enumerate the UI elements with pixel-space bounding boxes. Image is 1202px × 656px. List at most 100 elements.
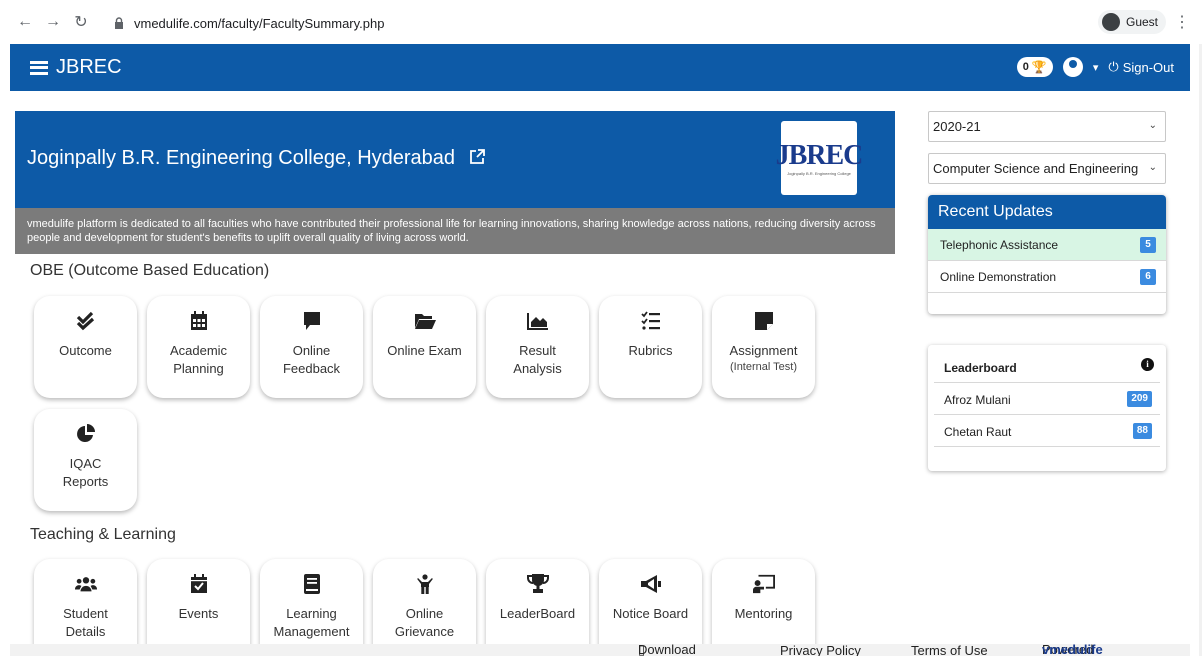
user-avatar-icon[interactable] <box>1062 57 1083 77</box>
logo-text: JBREC <box>775 140 864 171</box>
leaderboard-row[interactable]: Afroz Mulani 209 <box>934 383 1160 415</box>
tile-online-feedback[interactable]: Online Feedback <box>260 296 363 398</box>
tile-label: Outcome <box>59 343 112 358</box>
college-name: Joginpally B.R. Engineering College, Hyd… <box>27 147 456 169</box>
trophy-icon <box>526 573 549 595</box>
tile-label: Online Feedback <box>282 343 341 376</box>
chevron-down-icon: ⌄ <box>1148 120 1157 131</box>
sign-out-button[interactable]: ⏻ Sign-Out <box>1108 59 1174 75</box>
trophy-icon: 🏆 <box>1031 60 1047 74</box>
privacy-policy-link[interactable]: Privacy Policy <box>780 643 861 656</box>
reload-icon[interactable]: ↻ <box>70 11 92 33</box>
tile-iqac-reports[interactable]: IQAC Reports <box>34 409 137 511</box>
browser-profile: Guest ⋮ <box>1097 10 1190 34</box>
tile-online-grievance[interactable]: Online Grievance <box>373 559 476 656</box>
tile-rubrics[interactable]: Rubrics <box>599 296 702 398</box>
department-select[interactable]: Computer Science and Engineering ⌄ <box>928 153 1166 184</box>
year-select-value: 2020-21 <box>933 119 981 134</box>
back-icon[interactable]: ← <box>14 11 36 33</box>
leader-name: Afroz Mulani <box>944 393 1011 407</box>
tile-label: Online Grievance <box>394 606 455 639</box>
calendar-check-icon <box>188 573 210 595</box>
double-check-icon <box>75 310 97 332</box>
platform-description: vmedulife platform is dedicated to all f… <box>15 208 895 254</box>
chevron-down-icon: ⌄ <box>1148 162 1157 173</box>
lock-icon <box>114 17 124 29</box>
tile-student-details[interactable]: Student Details <box>34 559 137 656</box>
area-chart-icon <box>526 310 549 332</box>
chalkboard-teacher-icon <box>752 573 775 595</box>
powered-by-brand[interactable]: vmedulife <box>1042 642 1103 656</box>
update-count-badge: 6 <box>1140 269 1156 285</box>
forward-icon[interactable]: → <box>42 11 64 33</box>
tile-label: Notice Board <box>612 606 689 621</box>
leaderboard-row[interactable]: Chetan Raut 88 <box>934 415 1160 447</box>
external-link-icon[interactable] <box>469 148 486 170</box>
update-count-badge: 5 <box>1140 237 1156 253</box>
recent-updates-panel: Recent Updates Telephonic Assistance 5 O… <box>928 195 1166 314</box>
url-text: vmedulife.com/faculty/FacultySummary.php <box>134 15 385 31</box>
tile-outcome[interactable]: Outcome <box>34 296 137 398</box>
address-bar[interactable]: vmedulife.com/faculty/FacultySummary.php <box>114 12 384 34</box>
app-title[interactable]: JBREC <box>56 56 122 79</box>
tile-label: LeaderBoard <box>499 606 576 621</box>
terms-link[interactable]: Terms of Use <box>911 643 988 656</box>
college-logo: JBREC Joginpally B.R. Engineering Colleg… <box>776 121 863 195</box>
update-item[interactable]: Online Demonstration 6 <box>928 261 1166 293</box>
sign-out-label: Sign-Out <box>1122 59 1174 75</box>
sticky-note-icon <box>753 310 775 332</box>
pie-chart-icon <box>75 423 97 445</box>
tile-sublabel: (Internal Test) <box>729 361 798 373</box>
tile-mentoring[interactable]: Mentoring <box>712 559 815 656</box>
comment-icon <box>301 310 323 332</box>
chevron-down-icon[interactable]: ▾ <box>1093 61 1099 74</box>
tile-label: Academic Planning <box>169 343 228 376</box>
menu-icon[interactable] <box>30 60 48 75</box>
page-footer: Download App ▯ Privacy Policy Terms of U… <box>10 642 1190 656</box>
tile-label: Mentoring <box>734 606 793 621</box>
leader-score-badge: 88 <box>1132 423 1152 439</box>
leaderboard-header: Leaderboard i <box>934 345 1160 383</box>
college-name-link[interactable]: Joginpally B.R. Engineering College, Hyd… <box>27 147 486 170</box>
leader-score-badge: 209 <box>1127 391 1152 407</box>
tile-academic-planning[interactable]: Academic Planning <box>147 296 250 398</box>
tile-label: Events <box>178 606 219 621</box>
trophy-badge[interactable]: 0 🏆 <box>1016 57 1053 77</box>
power-icon: ⏻ <box>1108 59 1119 74</box>
teaching-section-title: Teaching & Learning <box>30 526 176 543</box>
users-icon <box>74 573 97 595</box>
tile-result-analysis[interactable]: Result Analysis <box>486 296 589 398</box>
tile-online-exam[interactable]: Online Exam <box>373 296 476 398</box>
book-icon <box>301 573 323 595</box>
tile-leaderboard[interactable]: LeaderBoard <box>486 559 589 656</box>
checklist-icon <box>640 310 662 332</box>
tile-assignment[interactable]: Assignment (Internal Test) <box>712 296 815 398</box>
info-icon[interactable]: i <box>1141 358 1154 371</box>
guest-avatar-icon <box>1101 13 1120 31</box>
tile-label: Result Analysis <box>513 343 562 376</box>
obe-section-title: OBE (Outcome Based Education) <box>30 262 270 279</box>
mobile-icon: ▯ <box>638 642 646 656</box>
year-select[interactable]: 2020-21 ⌄ <box>928 111 1166 142</box>
recent-updates-title: Recent Updates <box>928 195 1166 229</box>
update-label: Online Demonstration <box>940 270 1057 284</box>
department-select-value: Computer Science and Engineering <box>933 161 1139 176</box>
calendar-icon <box>188 310 210 332</box>
tile-label: Student Details <box>63 606 108 639</box>
person-raised-icon <box>414 573 436 595</box>
tile-label: Learning Management <box>273 606 350 639</box>
guest-profile-button[interactable]: Guest <box>1097 10 1166 34</box>
browser-menu-icon[interactable]: ⋮ <box>1174 12 1190 32</box>
folder-open-icon <box>414 310 436 332</box>
megaphone-icon <box>640 573 662 595</box>
tile-label: Rubrics <box>628 343 673 358</box>
tile-learning-management[interactable]: Learning Management <box>260 559 363 656</box>
guest-label: Guest <box>1125 15 1158 29</box>
tile-label: Online Exam <box>387 343 462 358</box>
college-banner: Joginpally B.R. Engineering College, Hyd… <box>15 111 895 254</box>
tile-label: IQAC Reports <box>62 456 109 489</box>
tile-events[interactable]: Events <box>147 559 250 656</box>
update-item[interactable]: Telephonic Assistance 5 <box>928 229 1166 261</box>
leaderboard-title: Leaderboard <box>944 361 1017 375</box>
logo-tagline: Joginpally B.R. Engineering College <box>787 171 851 176</box>
